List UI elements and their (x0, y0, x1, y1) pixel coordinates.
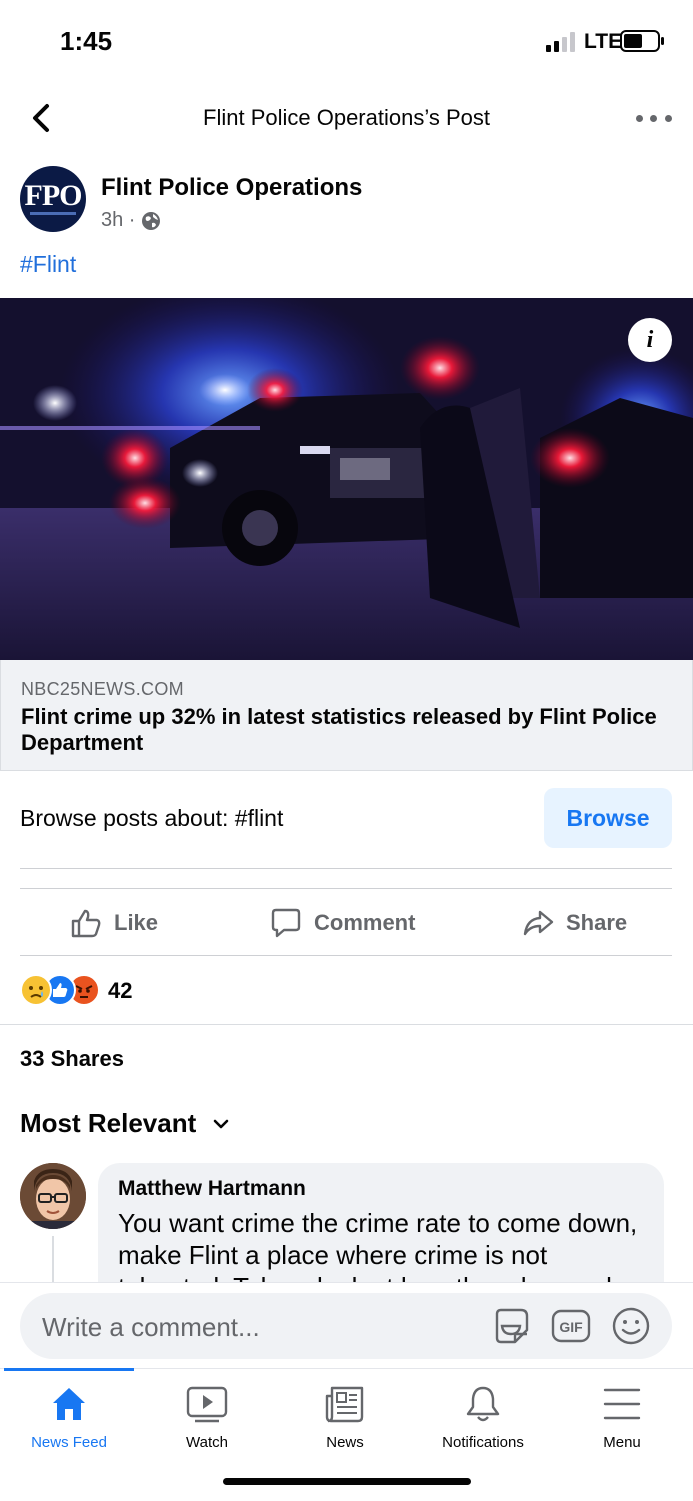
divider (0, 1024, 693, 1025)
dot-icon (650, 114, 658, 122)
tab-label: News Feed (31, 1434, 107, 1451)
info-icon: i (646, 326, 654, 353)
divider (20, 955, 672, 956)
avatar-logo-stripe (30, 212, 76, 215)
home-indicator (223, 1478, 471, 1485)
like-button[interactable]: Like (70, 896, 158, 950)
divider (20, 868, 672, 869)
dot-icon (665, 114, 673, 122)
tab-label: News (326, 1434, 364, 1451)
tab-news-feed[interactable]: News Feed (0, 1384, 138, 1464)
share-button[interactable]: Share (522, 896, 627, 950)
watch-icon (186, 1386, 228, 1423)
page-title: Flint Police Operations’s Post (203, 105, 490, 130)
commenter-avatar[interactable] (20, 1163, 86, 1229)
comment-author[interactable]: Matthew Hartmann (118, 1177, 306, 1201)
comment-input[interactable] (40, 1293, 484, 1361)
link-domain: NBC25NEWS.COM (21, 679, 184, 699)
more-options-button[interactable] (632, 105, 676, 131)
link-preview-card[interactable]: NBC25NEWS.COM Flint crime up 32% in late… (0, 660, 693, 771)
cellular-signal-icon (546, 32, 575, 52)
reaction-count[interactable]: 42 (108, 978, 132, 1004)
network-type: LTE (584, 30, 623, 53)
reactions-summary[interactable] (20, 974, 100, 1006)
tab-menu[interactable]: Menu (553, 1384, 691, 1464)
avatar-logo-text: FPO (24, 179, 83, 212)
comment-sort-dropdown[interactable]: Most Relevant (20, 1108, 230, 1139)
gif-icon: GIF (551, 1309, 591, 1343)
sad-icon (20, 974, 52, 1006)
gif-button[interactable]: GIF (550, 1305, 592, 1347)
sticker-icon (495, 1308, 529, 1344)
share-label: Share (566, 910, 628, 935)
thread-line (52, 1236, 54, 1286)
post-time: 3h · (101, 209, 136, 231)
home-icon (53, 1388, 85, 1420)
divider (20, 888, 672, 889)
like-label: Like (114, 910, 159, 935)
tab-label: Menu (603, 1434, 641, 1451)
news-icon (325, 1386, 364, 1423)
globe-icon (142, 211, 161, 230)
comment-button[interactable]: Comment (270, 896, 415, 950)
tab-label: Notifications (442, 1434, 524, 1451)
link-title: Flint crime up 32% in latest statistics … (21, 704, 657, 755)
tab-notifications[interactable]: Notifications (414, 1384, 552, 1464)
menu-icon (603, 1388, 641, 1420)
comment-icon (271, 908, 301, 938)
battery-icon (620, 30, 664, 52)
link-preview-image[interactable] (0, 298, 693, 660)
person-photo (20, 1163, 86, 1229)
emoji-button[interactable] (610, 1305, 652, 1347)
page-avatar[interactable]: FPO (20, 166, 86, 232)
sticker-button[interactable] (490, 1305, 532, 1347)
browse-hashtag-text: Browse posts about: #flint (20, 805, 284, 831)
share-icon (523, 910, 554, 936)
sort-label: Most Relevant (20, 1108, 197, 1138)
tab-watch[interactable]: Watch (138, 1384, 276, 1464)
police-scene-photo (0, 298, 693, 660)
ad-info-button[interactable]: i (628, 318, 672, 362)
browse-button[interactable]: Browse (544, 788, 672, 848)
svg-text:GIF: GIF (559, 1319, 583, 1335)
shares-count[interactable]: 33 Shares (20, 1046, 124, 1072)
bell-icon (466, 1386, 500, 1422)
comment-label: Comment (314, 910, 416, 935)
dot-icon (635, 114, 643, 122)
author-name[interactable]: Flint Police Operations (101, 174, 362, 202)
post-meta: 3h · (101, 209, 161, 232)
active-tab-indicator (4, 1368, 134, 1371)
chevron-down-icon (213, 1119, 229, 1128)
comment-field[interactable]: GIF (20, 1293, 672, 1361)
status-time: 1:45 (60, 26, 113, 56)
hashtag-link[interactable]: #Flint (20, 251, 76, 278)
tab-news[interactable]: News (276, 1384, 414, 1464)
emoji-icon (612, 1307, 650, 1345)
tab-label: Watch (186, 1434, 228, 1451)
thumbs-up-icon (71, 909, 101, 938)
